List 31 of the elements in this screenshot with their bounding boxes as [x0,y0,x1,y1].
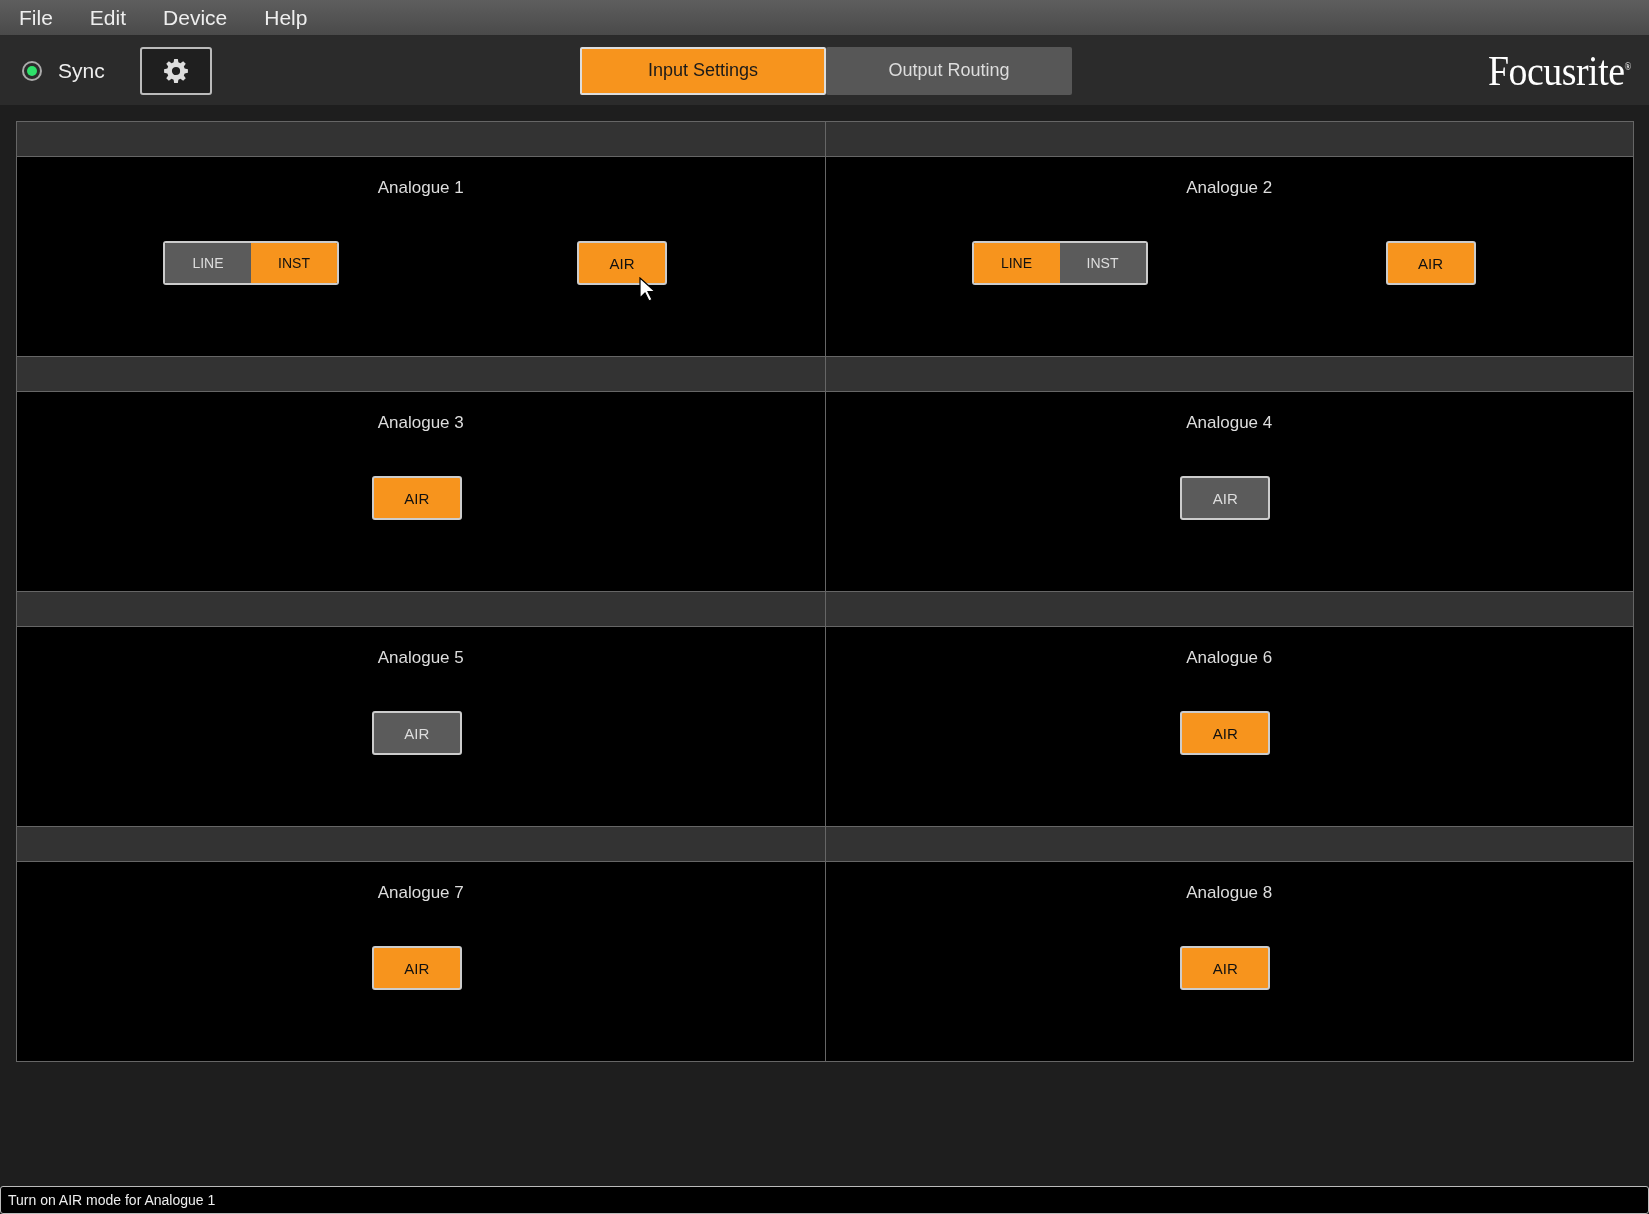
air-button[interactable]: AIR [371,946,462,990]
channel-title: Analogue 2 [1186,178,1273,198]
status-bar: Turn on AIR mode for Analogue 1 [0,1186,1649,1214]
menu-item[interactable]: Device [163,5,228,30]
channel-title: Analogue 6 [1186,648,1273,668]
tab[interactable]: Output Routing [826,46,1072,95]
settings-icon [162,57,189,84]
channel-title: Analogue 3 [377,413,464,433]
menu-item[interactable]: File [19,5,53,30]
air-button[interactable]: AIR [1385,241,1476,285]
menu-item[interactable]: Help [264,5,308,30]
input-mode-button[interactable]: LINE [165,243,251,283]
input-mode-button[interactable]: INST [251,243,337,283]
channel-title: Analogue 4 [1186,413,1273,433]
air-button[interactable]: AIR [1180,946,1271,990]
logo: Focusrite$^{®}$ [1487,46,1631,95]
air-button[interactable]: AIR [577,241,667,285]
sync-label: Sync [58,58,105,83]
input-mode-button[interactable]: INST [1059,243,1146,283]
air-button[interactable]: AIR [1180,476,1271,520]
channel-title: Analogue 7 [377,883,464,903]
air-button[interactable]: AIR [1180,711,1271,755]
tab[interactable]: Input Settings [580,46,826,95]
channel-title: Analogue 8 [1186,883,1273,903]
input-mode-button[interactable]: LINE [973,243,1060,283]
air-button[interactable]: AIR [371,476,462,520]
air-button[interactable]: AIR [371,711,462,755]
settings-button[interactable] [139,46,212,95]
menu-item[interactable]: Edit [89,5,127,30]
channel-title: Analogue 5 [377,648,464,668]
channel-title: Analogue 1 [377,178,464,198]
